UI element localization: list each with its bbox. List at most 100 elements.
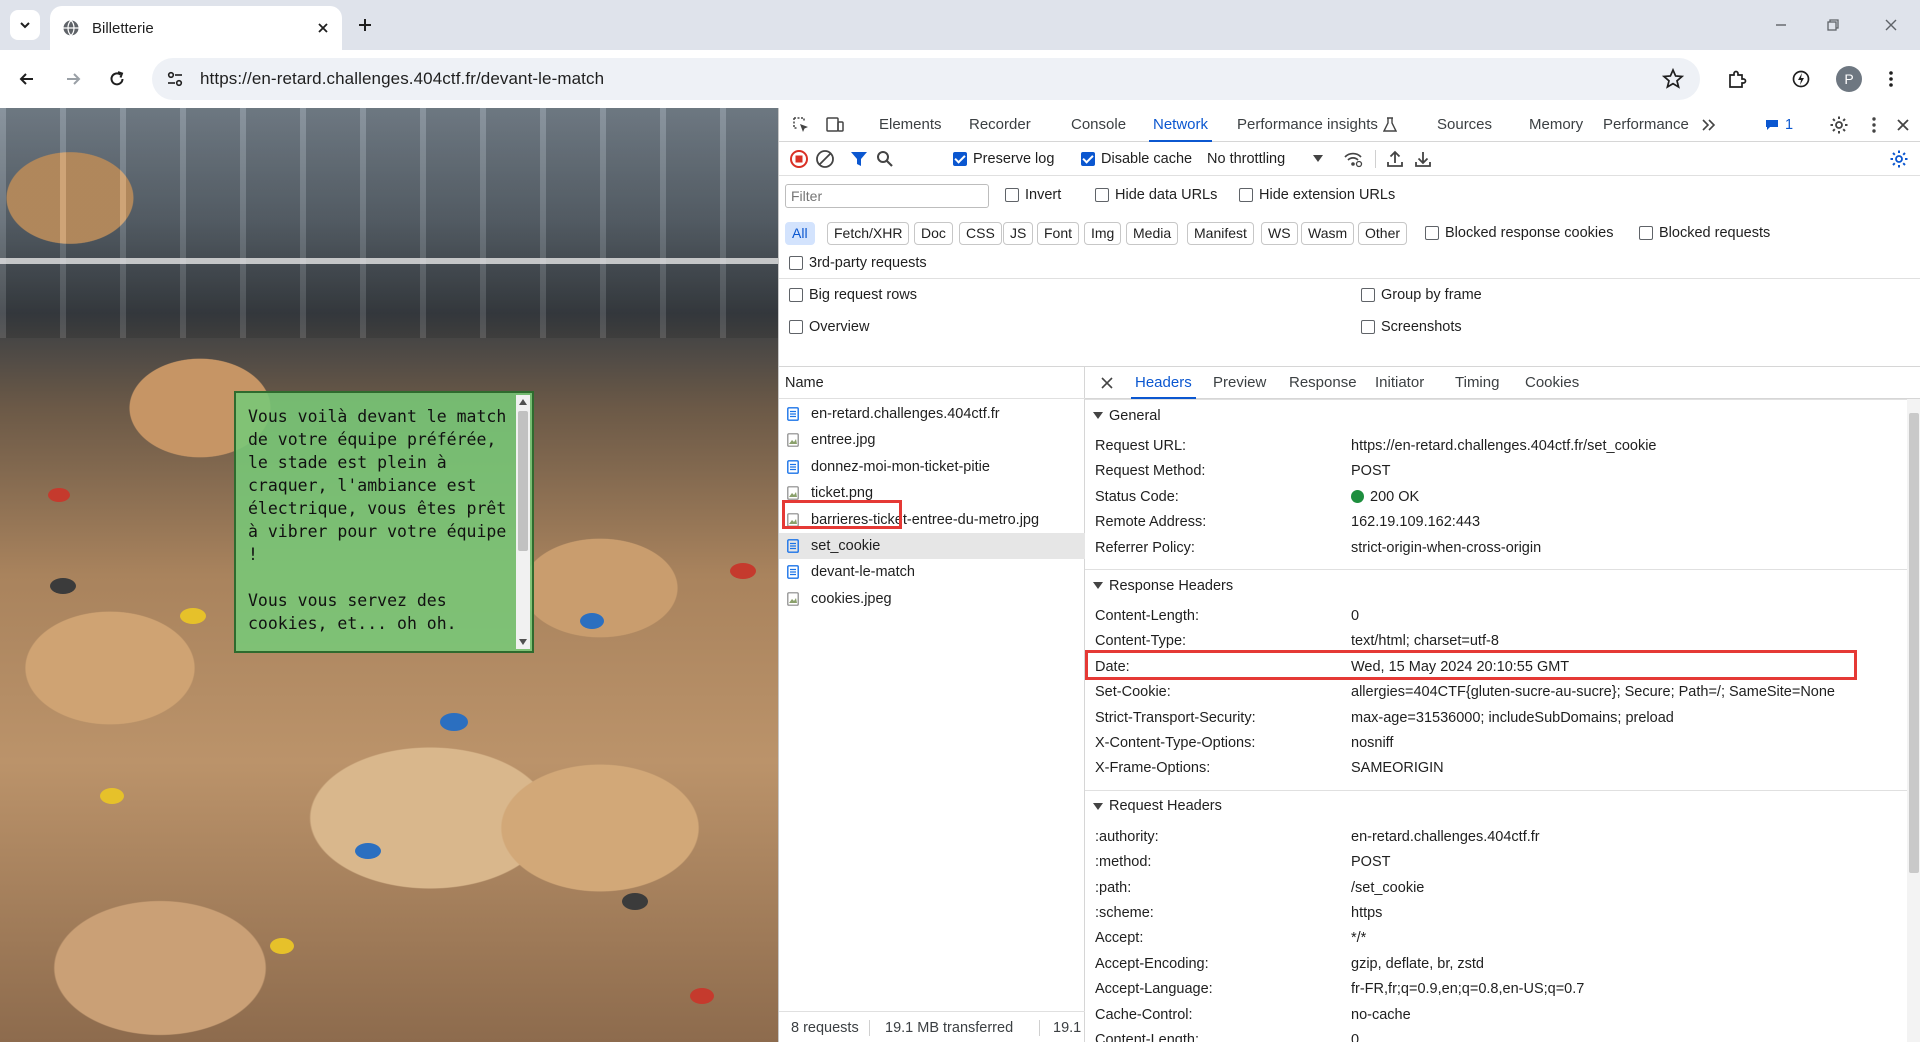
- close-icon[interactable]: [1097, 373, 1117, 393]
- detail-tab-timing[interactable]: Timing: [1455, 367, 1499, 399]
- blocked-requests-checkbox[interactable]: Blocked requests: [1639, 225, 1770, 241]
- detail-tab-response[interactable]: Response: [1289, 367, 1357, 399]
- filter-type-js[interactable]: JS: [1003, 222, 1034, 245]
- request-row[interactable]: en-retard.challenges.404ctf.fr: [779, 401, 1085, 427]
- checkbox[interactable]: [789, 256, 803, 270]
- filter-type-css[interactable]: CSS: [959, 222, 1002, 245]
- window-close-button[interactable]: [1878, 12, 1904, 38]
- filter-input[interactable]: [785, 184, 989, 208]
- devtools-menu-icon[interactable]: [1864, 115, 1884, 135]
- browser-menu-button[interactable]: [1876, 64, 1906, 94]
- overview-checkbox[interactable]: Overview: [789, 319, 869, 335]
- scroll-down-icon[interactable]: [519, 639, 527, 645]
- request-row[interactable]: entree.jpg: [779, 427, 1085, 453]
- request-row[interactable]: devant-le-match: [779, 559, 1085, 585]
- filter-type-other[interactable]: Other: [1358, 222, 1408, 245]
- back-button[interactable]: [12, 64, 42, 94]
- search-icon[interactable]: [875, 149, 895, 169]
- restore-button[interactable]: [1820, 12, 1846, 38]
- devtools-tab-memory[interactable]: Memory: [1529, 108, 1583, 142]
- network-conditions-icon[interactable]: [1343, 149, 1363, 169]
- device-toolbar-icon[interactable]: [825, 115, 845, 135]
- devtools-tab-network[interactable]: Network: [1148, 108, 1213, 142]
- close-icon[interactable]: [1893, 115, 1913, 135]
- checkbox[interactable]: [1239, 188, 1253, 202]
- checkbox[interactable]: [1005, 188, 1019, 202]
- detail-tab-headers[interactable]: Headers: [1131, 367, 1196, 399]
- filter-type-fetch-xhr[interactable]: Fetch/XHR: [827, 222, 910, 245]
- filter-type-doc[interactable]: Doc: [914, 222, 953, 245]
- clear-icon[interactable]: [815, 149, 835, 169]
- issues-counter[interactable]: 1: [1765, 117, 1793, 133]
- minimize-button[interactable]: [1768, 12, 1794, 38]
- close-icon[interactable]: [316, 21, 330, 35]
- scroll-thumb[interactable]: [518, 411, 528, 551]
- hide-data-urls-checkbox[interactable]: Hide data URLs: [1095, 187, 1217, 203]
- devtools-tab-elements[interactable]: Elements: [879, 108, 942, 142]
- gear-icon[interactable]: [1829, 115, 1849, 135]
- devtools-tab-console[interactable]: Console: [1071, 108, 1126, 142]
- section-general[interactable]: General: [1085, 399, 1907, 431]
- disable-cache-checkbox[interactable]: Disable cache: [1081, 151, 1192, 167]
- headers-scrollbar[interactable]: [1907, 399, 1920, 1042]
- big-request-rows-checkbox[interactable]: Big request rows: [789, 287, 917, 303]
- browser-tab-active[interactable]: Billetterie: [50, 6, 342, 50]
- checkbox-checked[interactable]: [953, 152, 967, 166]
- detail-tab-initiator[interactable]: Initiator: [1375, 367, 1424, 399]
- devtools-tab-sources[interactable]: Sources: [1437, 108, 1492, 142]
- request-row[interactable]: cookies.jpeg: [779, 586, 1085, 612]
- checkbox-checked[interactable]: [1081, 152, 1095, 166]
- import-har-icon[interactable]: [1385, 149, 1405, 169]
- hide-extension-urls-checkbox[interactable]: Hide extension URLs: [1239, 187, 1395, 203]
- reload-button[interactable]: [102, 64, 132, 94]
- checkbox[interactable]: [1425, 226, 1439, 240]
- detail-tab-preview[interactable]: Preview: [1213, 367, 1266, 399]
- section-request-headers[interactable]: Request Headers: [1085, 789, 1907, 822]
- request-row[interactable]: ticket.png: [779, 480, 1085, 506]
- filter-type-all[interactable]: All: [785, 222, 815, 245]
- filter-icon[interactable]: [849, 149, 869, 169]
- inspect-element-icon[interactable]: [791, 115, 811, 135]
- checkbox[interactable]: [1361, 320, 1375, 334]
- extensions-button[interactable]: [1722, 64, 1752, 94]
- record-stop-icon[interactable]: [789, 149, 809, 169]
- group-by-frame-checkbox[interactable]: Group by frame: [1361, 287, 1482, 303]
- filter-type-ws[interactable]: WS: [1261, 222, 1298, 245]
- filter-type-wasm[interactable]: Wasm: [1301, 222, 1355, 245]
- throttling-select[interactable]: No throttling: [1207, 151, 1324, 167]
- tab-search-button[interactable]: [10, 10, 40, 40]
- checkbox[interactable]: [1639, 226, 1653, 240]
- story-dialog[interactable]: Vous voilà devant le match de votre équi…: [234, 391, 534, 653]
- checkbox[interactable]: [789, 320, 803, 334]
- preserve-log-checkbox[interactable]: Preserve log: [953, 151, 1054, 167]
- devtools-tab-performance[interactable]: Performance: [1603, 108, 1689, 142]
- blocked-response-cookies-checkbox[interactable]: Blocked response cookies: [1425, 225, 1613, 241]
- devtools-tab-performance-insights[interactable]: Performance insights: [1237, 108, 1378, 142]
- avatar[interactable]: P: [1836, 66, 1862, 92]
- star-icon[interactable]: [1662, 68, 1684, 90]
- scroll-up-icon[interactable]: [519, 399, 527, 405]
- scroll-thumb[interactable]: [1909, 413, 1919, 873]
- invert-checkbox[interactable]: Invert: [1005, 187, 1061, 203]
- request-row[interactable]: set_cookie: [779, 533, 1085, 559]
- section-response-headers[interactable]: Response Headers: [1085, 569, 1907, 601]
- network-settings-icon[interactable]: [1889, 149, 1909, 169]
- request-row[interactable]: donnez-moi-mon-ticket-pitie: [779, 454, 1085, 480]
- url-text[interactable]: https://en-retard.challenges.404ctf.fr/d…: [200, 69, 604, 89]
- checkbox[interactable]: [1361, 288, 1375, 302]
- column-header-name[interactable]: Name: [779, 367, 1085, 399]
- filter-type-font[interactable]: Font: [1037, 222, 1080, 245]
- filter-type-manifest[interactable]: Manifest: [1187, 222, 1254, 245]
- forward-button[interactable]: [58, 64, 88, 94]
- devtools-tab-recorder[interactable]: Recorder: [969, 108, 1031, 142]
- detail-tab-cookies[interactable]: Cookies: [1525, 367, 1579, 399]
- story-scrollbar[interactable]: [516, 395, 530, 649]
- screenshots-checkbox[interactable]: Screenshots: [1361, 319, 1462, 335]
- third-party-requests-checkbox[interactable]: 3rd-party requests: [789, 255, 927, 271]
- new-tab-button[interactable]: [352, 12, 378, 38]
- site-settings-icon[interactable]: [166, 70, 184, 88]
- performance-button[interactable]: [1786, 64, 1816, 94]
- request-row[interactable]: barrieres-ticket-entree-du-metro.jpg: [779, 507, 1085, 533]
- filter-type-img[interactable]: Img: [1084, 222, 1122, 245]
- export-har-icon[interactable]: [1413, 149, 1433, 169]
